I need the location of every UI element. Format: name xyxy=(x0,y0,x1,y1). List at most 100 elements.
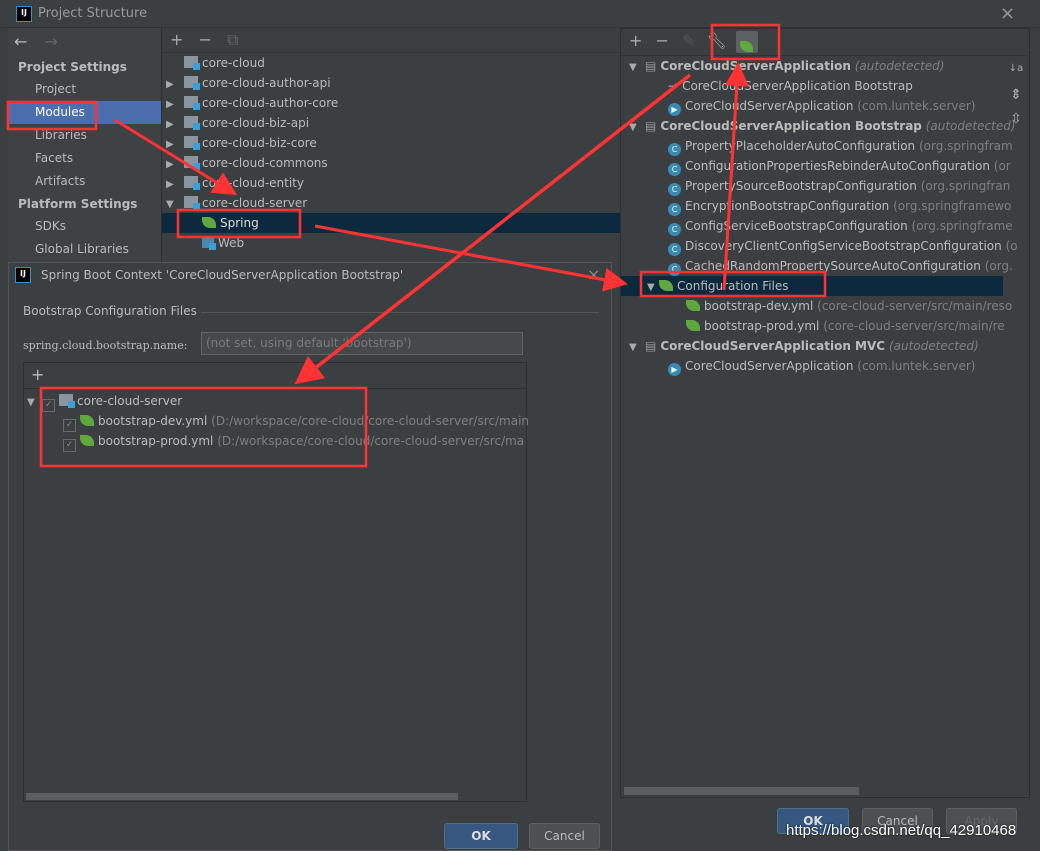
copy-module-button[interactable]: ⧉ xyxy=(227,30,238,49)
context-tree-row[interactable]: C EncryptionBootstrapConfiguration (org.s… xyxy=(621,196,1011,216)
module-row[interactable]: ▶ core-cloud-author-api xyxy=(162,73,621,93)
expand-icon[interactable]: ▶ xyxy=(166,95,178,115)
context-tree-row[interactable]: bootstrap-dev.yml (core-cloud-server/src… xyxy=(621,296,1012,316)
module-row[interactable]: ▶ core-cloud-biz-core xyxy=(162,133,621,153)
file-row[interactable]: ✓ bootstrap-prod.yml (D:/workspace/core-c… xyxy=(24,431,526,452)
side-toolbar: ↓a z ⇕ ⇳ xyxy=(1005,57,1027,135)
class-icon: C xyxy=(668,163,681,176)
class-icon: C xyxy=(668,143,681,156)
spring-leaf-icon xyxy=(202,217,216,228)
context-tree-row[interactable]: ▼ ▤ CoreCloudServerApplication (autodetect… xyxy=(621,56,1003,76)
collapse-all-icon[interactable]: ⇳ xyxy=(1005,111,1027,135)
sidebar-item-sdks[interactable]: SDKs xyxy=(8,215,161,238)
context-icon: ▤ xyxy=(645,119,657,133)
module-folder-icon xyxy=(184,96,200,110)
context-tree-row[interactable]: C PropertyPlaceholderAutoConfiguration (o… xyxy=(621,136,1013,156)
sidebar-item-facets[interactable]: Facets xyxy=(8,147,161,170)
context-tree-row[interactable]: C ConfigurationPropertiesRebinderAutoConf… xyxy=(621,156,1011,176)
checkbox[interactable]: ✓ xyxy=(63,439,76,452)
spring-config-icon xyxy=(80,435,94,446)
collapse-icon[interactable]: ▼ xyxy=(166,195,178,215)
context-tree-row[interactable]: ▶ CoreCloudServerApplication (com.luntek.… xyxy=(621,96,1003,116)
close-button[interactable]: × xyxy=(1000,3,1015,24)
expand-icon[interactable]: ▶ xyxy=(166,155,178,175)
sidebar-item-artifacts[interactable]: Artifacts xyxy=(8,170,161,193)
facet-row-spring[interactable]: Spring xyxy=(162,213,621,233)
context-icon: ▤ xyxy=(645,59,657,73)
project-settings-heading: Project Settings xyxy=(18,60,127,74)
sort-alpha-icon[interactable]: ↓a z xyxy=(1005,57,1027,98)
class-icon: C xyxy=(668,203,681,216)
context-tree-row[interactable]: ▼ ▤ CoreCloudServerApplication MVC (autode… xyxy=(621,336,1003,356)
dialog-cancel-button[interactable]: Cancel xyxy=(529,823,600,849)
module-row[interactable]: ▼ core-cloud-server xyxy=(162,193,621,213)
back-button[interactable]: ← xyxy=(14,32,27,51)
expand-icon[interactable]: ▶ xyxy=(166,115,178,135)
horizontal-scrollbar[interactable] xyxy=(624,787,859,795)
expand-icon[interactable]: ▶ xyxy=(166,75,178,95)
file-row[interactable]: ✓ bootstrap-dev.yml (D:/workspace/core-cl… xyxy=(24,411,529,432)
horizontal-scrollbar[interactable] xyxy=(26,793,458,800)
collapse-icon[interactable]: ▼ xyxy=(647,278,659,298)
section-heading: Bootstrap Configuration Files xyxy=(23,304,197,318)
remove-module-button[interactable]: − xyxy=(199,30,212,49)
context-tree-row[interactable]: C PropertySourceBootstrapConfiguration (o… xyxy=(621,176,1010,196)
class-icon: C xyxy=(668,223,681,236)
context-tree-row[interactable]: bootstrap-prod.yml (core-cloud-server/sr… xyxy=(621,316,1005,336)
spring-facet-panel: + − ✎ 🔧︎ ▼ ▤ CoreCloudServerApplication (a… xyxy=(620,28,1030,798)
context-tree-row[interactable]: ▼ ▤ CoreCloudServerApplication Bootstrap (… xyxy=(621,116,1016,138)
expand-icon[interactable]: ▶ xyxy=(166,135,178,155)
web-icon xyxy=(202,236,216,250)
context-tree-row[interactable]: C DiscoveryClientConfigServiceBootstrapCo… xyxy=(621,236,1018,256)
bootstrap-name-input[interactable]: (not set, using default 'bootstrap') xyxy=(201,332,523,355)
context-tree-row[interactable]: → CoreCloudServerApplication Bootstrap xyxy=(621,76,1003,96)
dialog-ok-button[interactable]: OK xyxy=(444,823,518,849)
module-folder-icon xyxy=(184,56,200,70)
dialog-close-button[interactable]: × xyxy=(587,265,600,284)
module-row[interactable]: ▶ core-cloud-commons xyxy=(162,153,621,173)
sidebar-item-global-libraries[interactable]: Global Libraries xyxy=(8,238,161,261)
add-context-button[interactable]: + xyxy=(629,31,642,50)
collapse-icon[interactable]: ▼ xyxy=(27,393,39,413)
wrench-icon[interactable]: 🔧︎ xyxy=(707,31,727,50)
edit-icon[interactable]: ✎ xyxy=(682,31,695,50)
collapse-icon[interactable]: ▼ xyxy=(629,58,641,78)
spring-leaf-icon xyxy=(739,41,753,52)
spring-boot-context-button[interactable] xyxy=(735,31,758,53)
context-tree-row[interactable]: ▶ CoreCloudServerApplication (com.luntek.… xyxy=(621,356,1003,376)
remove-context-button[interactable]: − xyxy=(656,31,669,50)
collapse-icon[interactable]: ▼ xyxy=(629,338,641,358)
module-folder-icon xyxy=(184,196,200,210)
module-folder-icon xyxy=(184,76,200,90)
sidebar-item-modules[interactable]: Modules xyxy=(8,101,161,124)
expand-icon[interactable]: ▶ xyxy=(166,175,178,195)
collapse-icon[interactable]: ▼ xyxy=(629,118,641,138)
module-folder-icon xyxy=(184,156,200,170)
config-files-icon xyxy=(659,280,673,291)
forward-button[interactable]: → xyxy=(45,32,58,51)
sidebar-item-libraries[interactable]: Libraries xyxy=(8,124,161,147)
watermark: https://blog.csdn.net/qq_42910468 xyxy=(786,822,1017,839)
context-tree-row[interactable]: ▼ Configuration Files xyxy=(621,276,1003,296)
class-icon: C xyxy=(668,263,681,276)
dialog-title: Spring Boot Context 'CoreCloudServerAppl… xyxy=(41,268,404,282)
add-module-button[interactable]: + xyxy=(170,30,183,49)
context-tree-row[interactable]: C ConfigServiceBootstrapConfiguration (or… xyxy=(621,216,1013,236)
spring-config-icon xyxy=(80,415,94,426)
settings-sidebar: ← → Project Settings Project Modules Lib… xyxy=(8,28,161,262)
sidebar-item-project[interactable]: Project xyxy=(8,78,161,101)
module-row[interactable]: ▶ core-cloud-author-core xyxy=(162,93,621,113)
expand-all-icon[interactable]: ⇕ xyxy=(1005,87,1027,111)
facet-row-web[interactable]: Web xyxy=(162,233,621,253)
spring-boot-app-icon: ▶ xyxy=(668,363,681,376)
module-row[interactable]: ▶ core-cloud-entity xyxy=(162,173,621,193)
context-icon: ▤ xyxy=(645,339,657,353)
context-tree-row[interactable]: C CachedRandomPropertySourceAutoConfigura… xyxy=(621,256,1013,276)
module-row[interactable]: ▶ core-cloud-biz-api xyxy=(162,113,621,133)
module-row[interactable]: core-cloud xyxy=(162,53,621,73)
tree-root-row[interactable]: ▼ ✓ core-cloud-server xyxy=(24,391,526,413)
module-folder-icon xyxy=(59,394,75,408)
add-file-button[interactable]: + xyxy=(31,365,44,384)
config-files-tree-panel: + ▼ ✓ core-cloud-server ✓ bootstrap-dev.yml… xyxy=(23,362,529,802)
spring-boot-app-icon: ▶ xyxy=(668,103,681,116)
